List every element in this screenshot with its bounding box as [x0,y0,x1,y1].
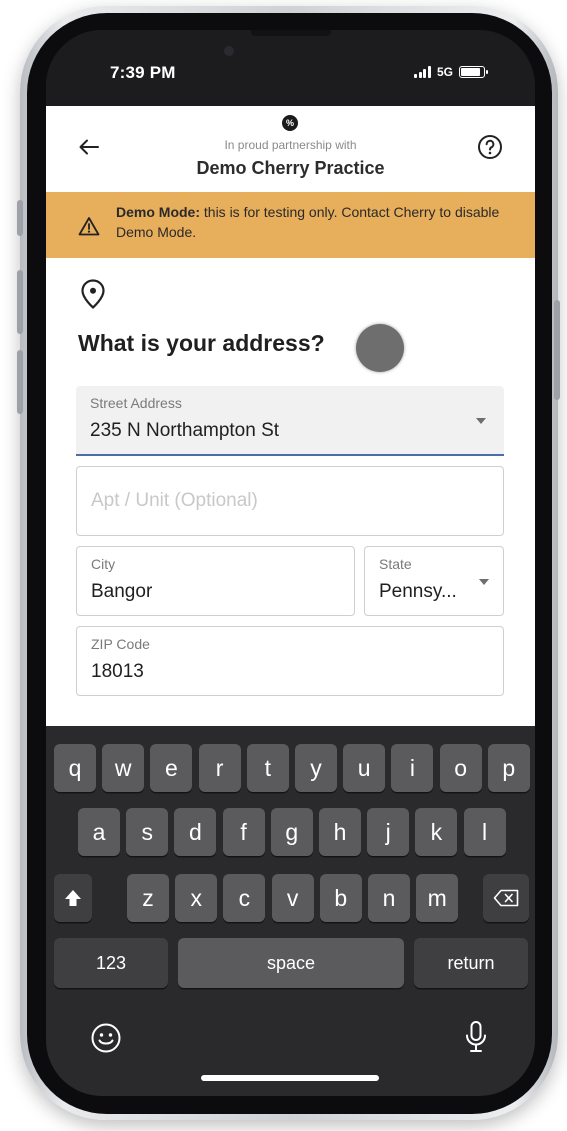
cellular-signal-icon [414,66,431,78]
key-a[interactable]: a [78,808,120,856]
key-s[interactable]: s [126,808,169,856]
demo-mode-text: Demo Mode: this is for testing only. Con… [116,204,499,240]
key-c[interactable]: c [223,874,266,922]
key-b[interactable]: b [319,874,362,922]
apt-unit-placeholder: Apt / Unit (Optional) [91,490,258,511]
warning-icon [78,217,100,236]
front-camera [224,46,234,56]
battery-icon [459,66,488,78]
key-k[interactable]: k [415,808,458,856]
header: % In proud partnership with Demo Cherry … [46,106,535,192]
phone-silent-switch [17,200,23,236]
phone-power-button [554,300,560,400]
demo-mode-title: Demo Mode: [116,204,200,220]
emoji-button[interactable] [90,1022,122,1059]
phone-volume-up [17,270,23,334]
key-g[interactable]: g [270,808,313,856]
state-label: State [379,556,412,572]
space-key[interactable]: space [178,938,404,988]
zip-code-value: 18013 [91,661,144,682]
help-button[interactable] [477,134,503,160]
key-v[interactable]: v [271,874,314,922]
status-bar: 7:39 PM 5G [46,30,535,106]
shift-key[interactable] [54,874,92,922]
demo-mode-banner: Demo Mode: this is for testing only. Con… [46,192,535,258]
location-pin-icon [81,279,105,309]
address-question-heading: What is your address? [78,330,325,356]
city-value: Bangor [91,581,153,602]
practice-name: Demo Cherry Practice [196,158,385,178]
cherry-logo-icon: % [282,115,298,131]
street-address-field[interactable]: Street Address 235 N Northampton St [76,386,504,456]
key-o[interactable]: o [439,744,482,792]
city-label: City [91,556,116,572]
state-value: Pennsy... [379,581,457,602]
key-x[interactable]: x [175,874,218,922]
status-indicators: 5G [414,65,488,79]
key-z[interactable]: z [127,874,169,922]
key-t[interactable]: t [246,744,289,792]
key-e[interactable]: e [150,744,193,792]
microphone-icon [466,1021,486,1052]
key-n[interactable]: n [368,874,410,922]
key-l[interactable]: l [463,808,506,856]
numbers-key[interactable]: 123 [54,938,168,988]
delete-key[interactable] [483,874,529,922]
key-q[interactable]: q [54,744,96,792]
key-u[interactable]: u [343,744,386,792]
dictation-button[interactable] [464,1020,488,1059]
key-f[interactable]: f [222,808,265,856]
state-select[interactable]: State Pennsy... [364,546,504,616]
question-circle-icon [478,135,502,159]
key-p[interactable]: p [487,744,530,792]
status-time: 7:39 PM [110,63,176,82]
phone-screen: 7:39 PM 5G % In proud partnership with D… [46,30,535,1096]
street-address-label: Street Address [90,395,182,411]
earpiece-speaker [251,30,331,36]
return-key[interactable]: return [414,938,528,988]
backspace-icon [493,889,519,907]
zip-code-label: ZIP Code [91,636,150,652]
on-screen-keyboard: 123 space return qwertyuiop asdfghjkl zxcv… [46,726,535,1096]
key-y[interactable]: y [295,744,337,792]
city-field[interactable]: City Bangor [76,546,355,616]
emoji-smile-icon [91,1023,121,1053]
address-form-screen: % In proud partnership with Demo Cherry … [46,106,535,726]
apt-unit-field[interactable]: Apt / Unit (Optional) [76,466,504,536]
key-r[interactable]: r [198,744,241,792]
key-w[interactable]: w [102,744,145,792]
street-address-value: 235 N Northampton St [90,420,280,441]
chevron-down-icon [476,418,486,424]
home-indicator [201,1075,379,1081]
partnership-text: In proud partnership with [224,138,357,152]
key-d[interactable]: d [174,808,217,856]
phone-volume-down [17,350,23,414]
chevron-down-icon [479,579,489,585]
battery-level [461,68,480,76]
key-h[interactable]: h [319,808,361,856]
key-j[interactable]: j [367,808,410,856]
network-type: 5G [436,65,453,79]
touch-indicator [356,324,404,372]
shift-arrow-icon [65,890,81,906]
key-m[interactable]: m [416,874,459,922]
zip-code-field[interactable]: ZIP Code 18013 [76,626,504,696]
key-i[interactable]: i [391,744,434,792]
